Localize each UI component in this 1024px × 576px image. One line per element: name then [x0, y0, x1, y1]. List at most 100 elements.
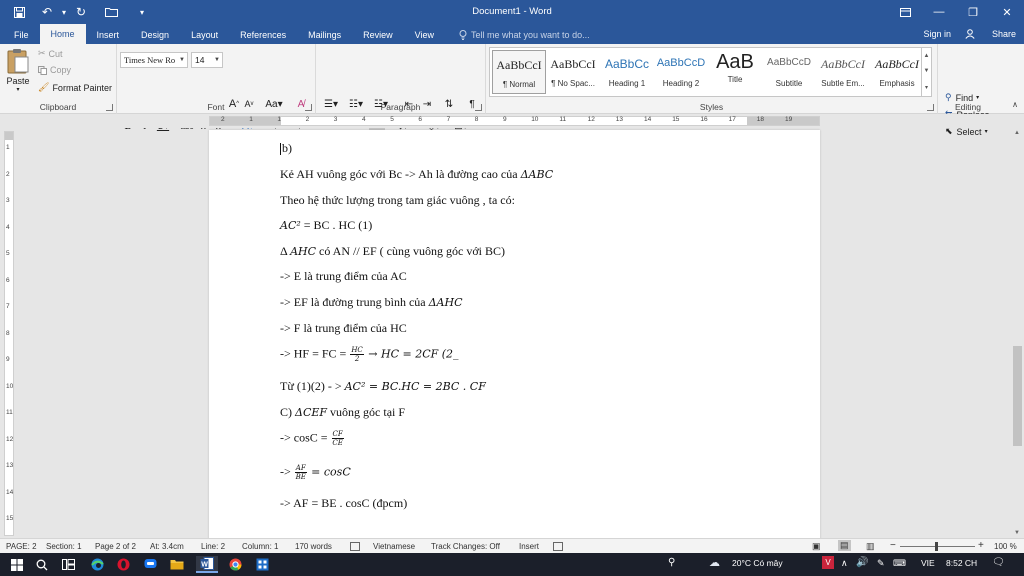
tell-me-box[interactable]: Tell me what you want to do... [459, 25, 590, 44]
style-no-spacing[interactable]: AaBbCcI ¶ No Spac... [546, 50, 600, 94]
decrease-indent-icon[interactable]: ⇤ [401, 96, 417, 112]
customize-qat-icon[interactable]: ▾ [136, 0, 148, 24]
status-section[interactable]: Section: 1 [46, 542, 82, 551]
print-layout-icon[interactable]: ▤ [838, 540, 851, 551]
chevron-down-icon[interactable]: ▼ [924, 68, 930, 74]
status-insert-mode[interactable]: Insert [519, 542, 539, 551]
status-line[interactable]: Line: 2 [201, 542, 225, 551]
open-folder-icon[interactable] [100, 0, 122, 24]
sign-in-link[interactable]: Sign in [923, 29, 951, 39]
restore-icon[interactable]: ❐ [956, 0, 990, 24]
shrink-font-icon[interactable]: Av [242, 96, 256, 112]
keyboard-icon[interactable]: ⌨ [893, 558, 906, 569]
pen-icon[interactable]: ✎ [877, 558, 885, 569]
chrome-browser-icon[interactable] [224, 556, 246, 573]
scroll-up-icon[interactable]: ▲ [1014, 130, 1020, 136]
antivirus-icon[interactable]: V [822, 556, 834, 569]
multilevel-list-icon[interactable]: ☳▾ [370, 96, 392, 112]
styles-scroll[interactable]: ▲ ▼ ▾ [921, 48, 931, 96]
style-title[interactable]: AaB Title [708, 50, 762, 94]
word-app-icon[interactable]: W [196, 556, 218, 573]
format-painter-button[interactable]: 🖌 Format Painter [38, 82, 112, 93]
collapse-ribbon-icon[interactable]: ∧ [1012, 100, 1018, 109]
save-icon[interactable] [8, 0, 30, 24]
show-formatting-marks-icon[interactable]: ¶ [464, 96, 480, 112]
notification-icon[interactable]: 🗨 [992, 557, 1005, 568]
paste-button[interactable]: Paste ▾ [4, 48, 32, 100]
status-page-of[interactable]: Page 2 of 2 [95, 542, 136, 551]
read-mode-icon[interactable]: ▣ [812, 541, 821, 552]
chat-app-icon[interactable] [139, 556, 161, 573]
increase-indent-icon[interactable]: ⇥ [419, 96, 435, 112]
zoom-in-icon[interactable]: + [978, 540, 984, 551]
chevron-up-icon[interactable]: ▲ [924, 53, 930, 59]
tab-references[interactable]: References [229, 25, 297, 44]
redo-icon[interactable]: ↻ [70, 0, 92, 24]
vertical-scrollbar[interactable]: ▲ ▼ [1011, 128, 1024, 538]
sort-icon[interactable]: ⇅ [441, 96, 457, 112]
undo-dropdown-icon[interactable]: ▾ [58, 0, 70, 24]
cut-button[interactable]: ✂ Cut [38, 48, 63, 59]
people-icon[interactable]: ⚲ [668, 557, 675, 568]
tab-layout[interactable]: Layout [180, 25, 229, 44]
file-explorer-icon[interactable] [166, 556, 188, 573]
status-word-count[interactable]: 170 words [295, 542, 332, 551]
minimize-icon[interactable]: — [922, 0, 956, 24]
windows-start-icon[interactable] [6, 556, 28, 573]
cloud-weather-icon[interactable]: ☁ [709, 556, 720, 569]
input-language[interactable]: VIE [921, 558, 935, 568]
style-normal[interactable]: AaBbCcI ¶ Normal [492, 50, 546, 94]
tab-view[interactable]: View [404, 25, 445, 44]
styles-launcher-icon[interactable] [927, 104, 934, 111]
status-zoom-level[interactable]: 100 % [994, 542, 1017, 551]
font-name-dropdown[interactable]: Times New Ro ▼ [120, 52, 188, 68]
change-case-icon[interactable]: Aa▾ [264, 96, 284, 112]
tab-home[interactable]: Home [39, 24, 86, 44]
scroll-down-icon[interactable]: ▼ [1014, 530, 1020, 536]
ribbon-display-options-icon[interactable] [888, 0, 922, 24]
edge-browser-icon[interactable] [86, 556, 108, 573]
style-subtle-emphasis[interactable]: AaBbCcI Subtle Em... [816, 50, 870, 94]
tab-mailings[interactable]: Mailings [297, 25, 352, 44]
style-heading-1[interactable]: AaBbCc Heading 1 [600, 50, 654, 94]
zoom-out-icon[interactable]: − [890, 540, 896, 551]
tab-insert[interactable]: Insert [86, 25, 131, 44]
tab-review[interactable]: Review [352, 25, 404, 44]
status-language[interactable]: Vietnamese [373, 542, 415, 551]
undo-icon[interactable]: ↶ [36, 0, 58, 24]
proofing-icon[interactable] [350, 542, 360, 551]
style-heading-2[interactable]: AaBbCcD Heading 2 [654, 50, 708, 94]
tab-file[interactable]: File [0, 25, 40, 44]
paste-dropdown-icon[interactable]: ▾ [16, 86, 19, 93]
opera-browser-icon[interactable] [112, 556, 134, 573]
style-subtitle[interactable]: AaBbCcD Subtitle [762, 50, 816, 94]
calculator-app-icon[interactable] [251, 556, 273, 573]
numbering-icon[interactable]: ☷▾ [345, 96, 367, 112]
weather-text[interactable]: 20°C Có mây [732, 558, 783, 568]
status-at[interactable]: At: 3.4cm [150, 542, 184, 551]
document-page[interactable]: b) Kẻ AH vuông góc với Bc -> Ah là đường… [209, 130, 820, 540]
horizontal-ruler[interactable]: 2 1 1 2 3 4 5 6 7 8 9 10 11 12 13 14 15 16 17 18 19 [209, 116, 820, 126]
status-track-changes[interactable]: Track Changes: Off [431, 542, 500, 551]
speaker-icon[interactable]: 🔊 [856, 557, 868, 568]
clear-formatting-icon[interactable]: A̸ [293, 96, 309, 112]
font-size-dropdown[interactable]: 14 ▼ [191, 52, 223, 68]
web-layout-icon[interactable]: ▥ [866, 541, 875, 552]
clock-time[interactable]: 8:52 CH [946, 558, 977, 568]
style-emphasis[interactable]: AaBbCcI Emphasis [870, 50, 924, 94]
chevron-up-icon[interactable]: ∧ [841, 558, 848, 569]
status-column[interactable]: Column: 1 [242, 542, 278, 551]
close-icon[interactable]: ✕ [990, 0, 1024, 24]
more-styles-icon[interactable]: ▾ [925, 84, 928, 91]
tab-design[interactable]: Design [130, 25, 180, 44]
task-view-icon[interactable] [57, 556, 79, 573]
zoom-slider-thumb[interactable] [935, 542, 938, 551]
find-button[interactable]: ⚲ Find ▾ [945, 92, 979, 103]
grow-font-icon[interactable]: A ^ [227, 96, 241, 112]
share-button[interactable]: Share [965, 29, 1016, 39]
vertical-ruler[interactable]: 1 2 3 4 5 6 7 8 9 10 11 12 13 14 15 [4, 131, 14, 536]
copy-button[interactable]: Copy [38, 65, 71, 75]
macro-record-icon[interactable] [553, 542, 563, 551]
search-icon[interactable] [31, 556, 53, 573]
status-page[interactable]: PAGE: 2 [6, 542, 37, 551]
